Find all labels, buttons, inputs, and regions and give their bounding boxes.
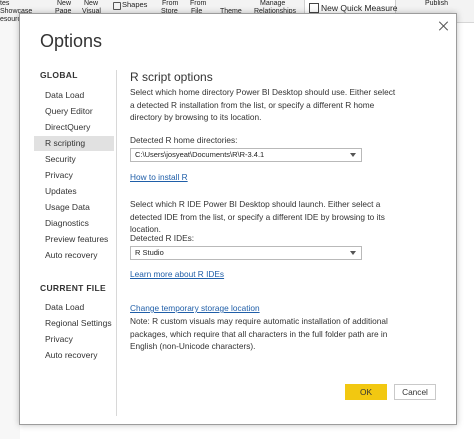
nav-item-security[interactable]: Security bbox=[34, 152, 114, 167]
nav-item-privacy[interactable]: Privacy bbox=[34, 168, 114, 183]
section-heading: R script options bbox=[130, 70, 213, 84]
nav-item-usage-data[interactable]: Usage Data bbox=[34, 200, 114, 215]
how-to-install-r-link[interactable]: How to install R bbox=[130, 172, 188, 182]
custom-visuals-note: Note: R custom visuals may require autom… bbox=[130, 316, 388, 351]
nav-item-r-scripting[interactable]: R scripting bbox=[34, 136, 114, 151]
nav-item-file-auto-recovery[interactable]: Auto recovery bbox=[34, 348, 114, 363]
change-temp-storage-link[interactable]: Change temporary storage location bbox=[130, 303, 260, 313]
r-home-directory-select[interactable]: C:\Users\josyeat\Documents\R\R-3.4.1 bbox=[130, 148, 362, 162]
cancel-button[interactable]: Cancel bbox=[394, 384, 436, 400]
options-nav: GLOBAL Data Load Query Editor DirectQuer… bbox=[34, 70, 117, 416]
dialog-title: Options bbox=[40, 31, 103, 51]
nav-item-file-privacy[interactable]: Privacy bbox=[34, 332, 114, 347]
ribbon-publish-button[interactable]: Publish bbox=[425, 0, 448, 8]
home-directory-description: Select which home directory Power BI Des… bbox=[130, 87, 396, 122]
background-panel bbox=[0, 22, 20, 439]
new-quick-measure-label: New Quick Measure bbox=[321, 3, 398, 13]
ribbon-manage-label: Manage bbox=[260, 0, 286, 7]
home-directory-label: Detected R home directories: bbox=[130, 135, 238, 145]
nav-item-file-data-load[interactable]: Data Load bbox=[34, 300, 114, 315]
nav-item-data-load[interactable]: Data Load bbox=[34, 88, 114, 103]
ribbon-new-label: New bbox=[57, 0, 72, 7]
ok-button[interactable]: OK bbox=[345, 384, 387, 400]
r-ide-select[interactable]: R Studio bbox=[130, 246, 362, 260]
nav-header-global: GLOBAL bbox=[40, 70, 78, 80]
nav-header-current-file: CURRENT FILE bbox=[40, 283, 106, 293]
r-script-options-panel: R script options Select which home direc… bbox=[130, 14, 445, 424]
ide-description: Select which R IDE Power BI Desktop shou… bbox=[130, 199, 385, 234]
nav-item-query-editor[interactable]: Query Editor bbox=[34, 104, 114, 119]
ribbon-shapes-button[interactable]: Shapes bbox=[122, 1, 147, 9]
ribbon-new-label: New bbox=[84, 0, 99, 7]
ribbon-from-label: From bbox=[190, 0, 207, 7]
learn-more-r-ides-link[interactable]: Learn more about R IDEs bbox=[130, 269, 224, 279]
chevron-down-icon bbox=[350, 153, 356, 157]
nav-item-regional-settings[interactable]: Regional Settings bbox=[34, 316, 114, 331]
options-dialog: Options GLOBAL Data Load Query Editor Di… bbox=[19, 13, 457, 425]
nav-item-updates[interactable]: Updates bbox=[34, 184, 114, 199]
ide-label: Detected R IDEs: bbox=[130, 233, 195, 243]
shapes-icon bbox=[113, 2, 121, 10]
quick-measure-icon bbox=[309, 3, 319, 13]
nav-item-auto-recovery[interactable]: Auto recovery bbox=[34, 248, 114, 263]
ribbon-from-label: From bbox=[162, 0, 179, 7]
chevron-down-icon bbox=[350, 251, 356, 255]
ribbon-item-label: tes bbox=[0, 0, 10, 7]
r-ide-value: R Studio bbox=[135, 248, 164, 257]
r-home-directory-value: C:\Users\josyeat\Documents\R\R-3.4.1 bbox=[135, 150, 265, 159]
nav-item-directquery[interactable]: DirectQuery bbox=[34, 120, 114, 135]
nav-item-preview-features[interactable]: Preview features bbox=[34, 232, 114, 247]
nav-item-diagnostics[interactable]: Diagnostics bbox=[34, 216, 114, 231]
